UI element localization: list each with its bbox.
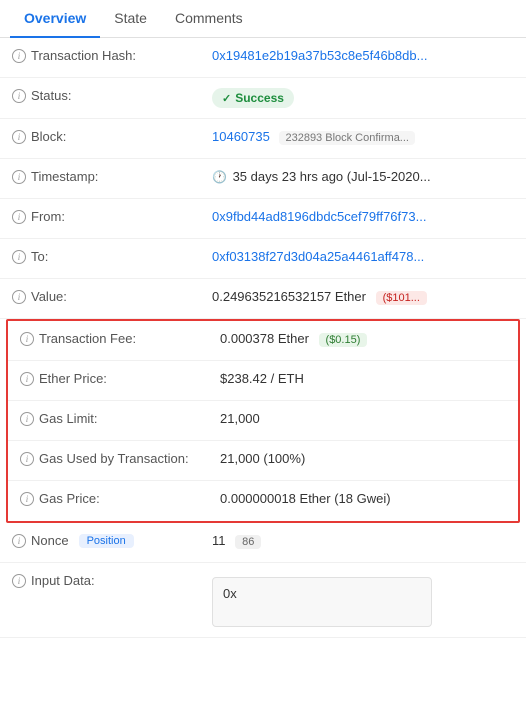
help-icon[interactable]: i	[12, 534, 26, 548]
help-icon[interactable]: i	[12, 290, 26, 304]
gas-price-row: i Gas Price: 0.000000018 Ether (18 Gwei)	[8, 481, 518, 521]
input-data-row: i Input Data: 0x	[0, 563, 526, 638]
status-value: Success	[212, 88, 514, 108]
to-address-link[interactable]: 0xf03138f27d3d04a25a4461aff478...	[212, 249, 424, 264]
transaction-hash-row: i Transaction Hash: 0x19481e2b19a37b53c8…	[0, 38, 526, 78]
nonce-value: 11 86	[212, 533, 514, 549]
block-label: i Block:	[12, 129, 212, 144]
gas-price-label: i Gas Price:	[20, 491, 220, 506]
gas-used-row: i Gas Used by Transaction: 21,000 (100%)	[8, 441, 518, 481]
from-address-link[interactable]: 0x9fbd44ad8196dbdc5cef79ff76f73...	[212, 209, 426, 224]
status-badge: Success	[212, 88, 294, 108]
to-row: i To: 0xf03138f27d3d04a25a4461aff478...	[0, 239, 526, 279]
gas-limit-row: i Gas Limit: 21,000	[8, 401, 518, 441]
tab-bar: Overview State Comments	[0, 0, 526, 38]
input-data-box: 0x	[212, 577, 432, 627]
help-icon[interactable]: i	[12, 130, 26, 144]
help-icon[interactable]: i	[12, 49, 26, 63]
help-icon[interactable]: i	[12, 210, 26, 224]
help-icon[interactable]: i	[20, 452, 34, 466]
transaction-fee-label: i Transaction Fee:	[20, 331, 220, 346]
gas-used-label: i Gas Used by Transaction:	[20, 451, 220, 466]
fee-details-section: i Transaction Fee: 0.000378 Ether ($0.15…	[6, 319, 520, 523]
from-row: i From: 0x9fbd44ad8196dbdc5cef79ff76f73.…	[0, 199, 526, 239]
nonce-position-badge: Position	[79, 534, 134, 548]
block-number-link[interactable]: 10460735	[212, 129, 270, 144]
transaction-hash-label: i Transaction Hash:	[12, 48, 212, 63]
value-amount: 0.249635216532157 Ether ($101...	[212, 289, 514, 305]
value-row: i Value: 0.249635216532157 Ether ($101..…	[0, 279, 526, 319]
from-label: i From:	[12, 209, 212, 224]
status-row: i Status: Success	[0, 78, 526, 119]
transaction-hash-link[interactable]: 0x19481e2b19a37b53c8e5f46b8db...	[212, 48, 427, 63]
input-data-value: 0x	[212, 573, 514, 627]
gas-used-value: 21,000 (100%)	[220, 451, 506, 466]
ether-price-row: i Ether Price: $238.42 / ETH	[8, 361, 518, 401]
timestamp-row: i Timestamp: 🕐 35 days 23 hrs ago (Jul-1…	[0, 159, 526, 199]
tab-overview[interactable]: Overview	[10, 0, 100, 38]
help-icon[interactable]: i	[12, 250, 26, 264]
nonce-row: i Nonce Position 11 86	[0, 523, 526, 563]
value-usd-badge: ($101...	[376, 291, 427, 305]
help-icon[interactable]: i	[20, 492, 34, 506]
nonce-position-value: 86	[235, 535, 261, 549]
ether-price-value: $238.42 / ETH	[220, 371, 506, 386]
transaction-fee-usd-badge: ($0.15)	[319, 333, 368, 347]
block-confirmations: 232893 Block Confirma...	[279, 131, 415, 145]
value-label: i Value:	[12, 289, 212, 304]
ether-price-label: i Ether Price:	[20, 371, 220, 386]
clock-icon: 🕐	[212, 170, 227, 184]
gas-limit-value: 21,000	[220, 411, 506, 426]
help-icon[interactable]: i	[12, 574, 26, 588]
tab-comments[interactable]: Comments	[161, 0, 257, 38]
help-icon[interactable]: i	[12, 170, 26, 184]
block-row: i Block: 10460735 232893 Block Confirma.…	[0, 119, 526, 159]
help-icon[interactable]: i	[20, 372, 34, 386]
help-icon[interactable]: i	[20, 332, 34, 346]
help-icon[interactable]: i	[12, 89, 26, 103]
gas-price-value: 0.000000018 Ether (18 Gwei)	[220, 491, 506, 506]
input-data-label: i Input Data:	[12, 573, 212, 588]
nonce-label: i Nonce Position	[12, 533, 212, 548]
gas-limit-label: i Gas Limit:	[20, 411, 220, 426]
transaction-fee-value: 0.000378 Ether ($0.15)	[220, 331, 506, 347]
transaction-fee-row: i Transaction Fee: 0.000378 Ether ($0.15…	[8, 321, 518, 361]
block-value: 10460735 232893 Block Confirma...	[212, 129, 514, 145]
timestamp-value: 🕐 35 days 23 hrs ago (Jul-15-2020...	[212, 169, 514, 184]
tab-state[interactable]: State	[100, 0, 161, 38]
to-label: i To:	[12, 249, 212, 264]
transaction-hash-value: 0x19481e2b19a37b53c8e5f46b8db...	[212, 48, 514, 63]
to-value: 0xf03138f27d3d04a25a4461aff478...	[212, 249, 514, 264]
from-value: 0x9fbd44ad8196dbdc5cef79ff76f73...	[212, 209, 514, 224]
status-label: i Status:	[12, 88, 212, 103]
timestamp-label: i Timestamp:	[12, 169, 212, 184]
help-icon[interactable]: i	[20, 412, 34, 426]
